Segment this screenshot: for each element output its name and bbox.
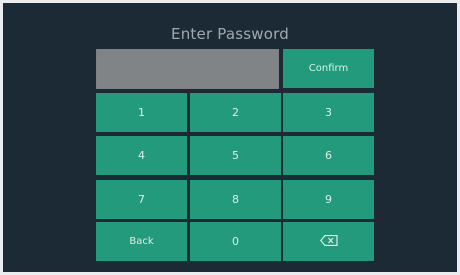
backspace-icon [319,234,338,249]
key-1-button[interactable]: 1 [96,93,187,132]
key-3-button[interactable]: 3 [283,93,374,132]
password-input[interactable] [96,49,279,89]
key-2-button[interactable]: 2 [190,93,281,132]
back-button[interactable]: Back [96,222,187,261]
key-7-button[interactable]: 7 [96,180,187,219]
confirm-button[interactable]: Confirm [283,49,374,88]
key-8-button[interactable]: 8 [190,180,281,219]
key-6-button[interactable]: 6 [283,136,374,175]
page-title: Enter Password [171,25,289,43]
key-9-button[interactable]: 9 [283,180,374,219]
key-4-button[interactable]: 4 [96,136,187,175]
key-0-button[interactable]: 0 [190,222,281,261]
key-5-button[interactable]: 5 [190,136,281,175]
backspace-button[interactable] [283,222,374,261]
